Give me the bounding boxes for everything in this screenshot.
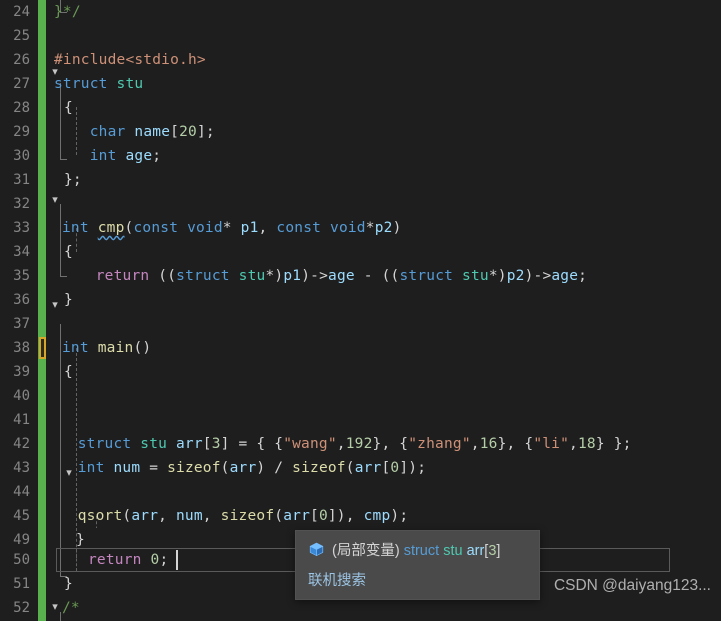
code-line[interactable]: 41 — [0, 408, 52, 432]
line-number: 30 — [13, 148, 30, 164]
code-editor[interactable]: ▾ ▾ ▾ ▾ ▾ 24 }*/ 25 26 #include<stdio.h>… — [0, 0, 721, 621]
line-number: 24 — [13, 4, 30, 20]
code-line[interactable]: 40 — [0, 384, 52, 408]
tooltip-type: stu — [443, 543, 463, 559]
code-line[interactable]: 29 char name[20]; — [0, 120, 214, 144]
line-number: 40 — [13, 388, 30, 404]
variable-cube-icon — [308, 541, 325, 558]
hover-tooltip[interactable]: (局部变量) struct stu arr[3] 联机搜索 — [295, 530, 540, 600]
code-line[interactable]: 37 — [0, 312, 52, 336]
code-line[interactable]: 38 int main() — [0, 336, 151, 360]
line-number: 34 — [13, 244, 30, 260]
code-line[interactable]: 39 { — [0, 360, 73, 384]
code-line[interactable]: 34 { — [0, 240, 73, 264]
line-number: 51 — [13, 576, 30, 592]
bracket-guide-main-cap2 — [60, 576, 67, 577]
line-number: 37 — [13, 316, 30, 332]
line-number: 38 — [13, 340, 30, 356]
code-line[interactable]: 36 } — [0, 288, 73, 312]
line-number: 39 — [13, 364, 30, 380]
code-line[interactable]: 44 — [0, 480, 52, 504]
tooltip-bracket-close: ] — [496, 543, 501, 559]
line-number: 31 — [13, 172, 30, 188]
line-content[interactable]: return ((struct stu*)p1)->age - ((struct… — [60, 264, 587, 288]
line-content[interactable]: struct stu — [54, 72, 143, 96]
line-content[interactable]: { — [64, 96, 73, 120]
tooltip-signature-row: (局部变量) struct stu arr[3] — [308, 539, 527, 560]
line-content[interactable]: return 0; — [88, 548, 168, 572]
code-line[interactable]: 32 — [0, 192, 52, 216]
online-search-link[interactable]: 联机搜索 — [308, 569, 527, 590]
line-content[interactable]: { — [64, 360, 73, 384]
tooltip-keyword: struct — [403, 543, 440, 559]
code-line[interactable]: 45 qsort(arr, num, sizeof(arr[0]), cmp); — [0, 504, 408, 528]
line-number: 42 — [13, 436, 30, 452]
line-number: 52 — [13, 600, 30, 616]
line-content[interactable]: struct stu arr[3] = { {"wang",192}, {"zh… — [42, 432, 632, 456]
bracket-guide-main-lower — [60, 528, 61, 576]
code-line[interactable]: 33 int cmp(const void* p1, const void*p2… — [0, 216, 401, 240]
code-line[interactable]: 43 int num = sizeof(arr) / sizeof(arr[0]… — [0, 456, 426, 480]
indent-guide-current-line — [76, 549, 77, 571]
code-line[interactable]: 42 struct stu arr[3] = { {"wang",192}, {… — [0, 432, 631, 456]
code-line[interactable]: 27 struct stu — [0, 72, 143, 96]
line-content[interactable]: int main() — [62, 336, 151, 360]
line-content[interactable]: /* — [62, 596, 80, 620]
code-line[interactable]: 26 #include<stdio.h> — [0, 48, 205, 72]
csdn-watermark: CSDN @daiyang123... — [553, 577, 711, 594]
line-number: 32 — [13, 196, 30, 212]
code-line[interactable]: 28 { — [0, 96, 73, 120]
line-number: 26 — [13, 52, 30, 68]
fold-chevron-icon[interactable]: ▾ — [48, 595, 62, 619]
line-content[interactable]: { — [64, 240, 73, 264]
line-content[interactable]: int cmp(const void* p1, const void*p2) — [62, 216, 402, 240]
text-caret — [176, 550, 178, 570]
code-line[interactable]: 25 — [0, 24, 52, 48]
line-number: 36 — [13, 292, 30, 308]
source-control-change-bar-lower — [38, 528, 46, 621]
line-number: 45 — [13, 508, 30, 524]
line-content[interactable]: char name[20]; — [54, 120, 215, 144]
code-line[interactable]: 30 int age; — [0, 144, 161, 168]
line-content[interactable]: int age; — [54, 144, 161, 168]
line-number: 29 — [13, 124, 30, 140]
code-line[interactable]: 31 }; — [0, 168, 82, 192]
line-number: 25 — [13, 28, 30, 44]
line-number: 28 — [13, 100, 30, 116]
tooltip-signature: (局部变量) struct stu arr[3] — [332, 539, 500, 560]
line-number: 41 — [13, 412, 30, 428]
line-content[interactable]: } — [64, 288, 73, 312]
line-number: 50 — [13, 552, 30, 568]
line-content[interactable]: int num = sizeof(arr) / sizeof(arr[0]); — [42, 456, 426, 480]
line-content[interactable]: }; — [64, 168, 82, 192]
line-content[interactable]: qsort(arr, num, sizeof(arr[0]), cmp); — [42, 504, 408, 528]
tooltip-name: arr — [466, 543, 485, 559]
line-number: 33 — [13, 220, 30, 236]
code-line[interactable]: 24 }*/ — [0, 0, 80, 24]
tooltip-scope: (局部变量) — [332, 543, 400, 559]
code-line[interactable]: 35 return ((struct stu*)p1)->age - ((str… — [0, 264, 587, 288]
line-number: 35 — [13, 268, 30, 284]
line-content[interactable]: }*/ — [54, 0, 81, 24]
line-number: 43 — [13, 460, 30, 476]
line-number: 44 — [13, 484, 30, 500]
line-content[interactable]: #include<stdio.h> — [54, 48, 206, 72]
line-number: 27 — [13, 76, 30, 92]
